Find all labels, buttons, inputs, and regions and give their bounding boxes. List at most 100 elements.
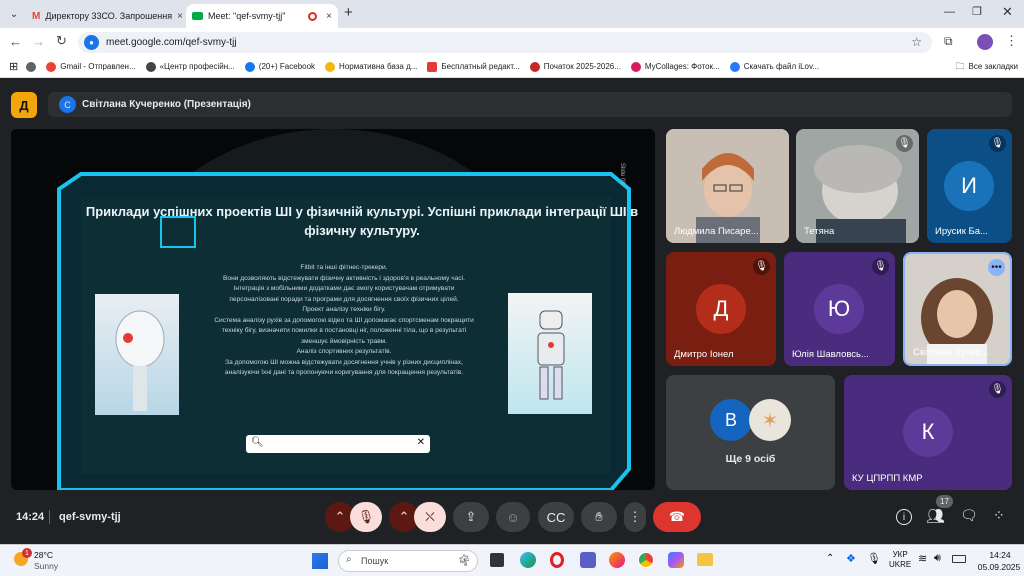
- close-tab-icon[interactable]: ×: [326, 11, 332, 22]
- meet-icon: [192, 12, 203, 20]
- teams-icon[interactable]: [580, 552, 596, 568]
- meet-logo: Д: [11, 92, 37, 118]
- avatar: И: [944, 161, 994, 211]
- clear-search-icon[interactable]: ✕: [417, 437, 425, 448]
- ext-icon[interactable]: ⧉: [944, 34, 953, 49]
- battery-icon[interactable]: [952, 555, 966, 563]
- reactions-button[interactable]: ☺: [496, 502, 530, 532]
- all-bookmarks-label: Все закладки: [968, 62, 1018, 71]
- apps-icon[interactable]: ⊞: [9, 60, 18, 73]
- bookmark-mycollages[interactable]: MyCollages: Фоток...: [630, 61, 720, 72]
- others-label: Ще 9 осіб: [725, 453, 776, 465]
- star-icon[interactable]: ☆: [911, 35, 922, 49]
- reload-icon[interactable]: ↻: [56, 33, 67, 49]
- back-icon[interactable]: ←: [9, 34, 22, 49]
- close-tab-icon[interactable]: ×: [177, 11, 183, 22]
- address-bar[interactable]: ● meet.google.com/qef-svmy-tjj ☆: [78, 32, 932, 53]
- participant-name: Тетяна: [804, 226, 835, 237]
- more-options-button[interactable]: ⋮: [624, 502, 646, 532]
- tray-expand-icon[interactable]: ⌃: [826, 553, 834, 564]
- copilot-icon[interactable]: [668, 552, 684, 568]
- clock-time[interactable]: 14:24: [982, 550, 1018, 560]
- new-tab-button[interactable]: +: [344, 4, 353, 21]
- people-count-badge: 17: [936, 495, 953, 508]
- bookmark-label: Gmail - Отправлен...: [60, 62, 136, 71]
- bookmark-gmail[interactable]: Gmail - Отправлен...: [46, 61, 136, 72]
- chrome-taskbar-icon[interactable]: [638, 552, 654, 568]
- participant-tile-irusik[interactable]: И 🎙︎ Ирусик Ба...: [927, 129, 1012, 243]
- slide-body: Fitbit та інші фітнес-трекери. Вони дозв…: [209, 263, 479, 379]
- tab-gmail[interactable]: M Директору 33СО. Запрошення ×: [26, 4, 186, 28]
- participant-tile-liudmyla[interactable]: Людмила Писаре...: [666, 129, 789, 243]
- mic-toggle-button[interactable]: 🎙︎: [350, 502, 382, 532]
- participant-tile-ku[interactable]: К 🎙︎ КУ ЦПРПП КМР: [844, 375, 1012, 490]
- language-top: УКР: [892, 550, 908, 559]
- chrome-icon[interactable]: [26, 61, 37, 72]
- bookmark-editor[interactable]: Бесплатный редакт...: [427, 61, 520, 72]
- participant-name: КУ ЦПРПП КМР: [852, 473, 923, 484]
- mic-tray-icon[interactable]: 🎙︎: [867, 552, 881, 565]
- tab-meet[interactable]: Meet: "qef-svmy-tjj" ×: [186, 4, 338, 28]
- slide-number: Slide 08: [619, 163, 625, 185]
- bookmark-label: Бесплатный редакт...: [441, 62, 520, 71]
- participant-tile-dmytro[interactable]: Д 🎙︎ Дмитро Іонел: [666, 252, 776, 366]
- captions-button[interactable]: CC: [538, 502, 574, 532]
- gmail-icon: M: [32, 10, 41, 22]
- pdf-icon: [427, 61, 438, 72]
- url-text: meet.google.com/qef-svmy-tjj: [106, 37, 237, 48]
- others-tile[interactable]: В ✶ Ще 9 осіб: [666, 375, 835, 490]
- search-icon: 🔍︎: [251, 437, 264, 448]
- slide-paragraph: Проект аналізу техніки бігу.: [302, 306, 386, 313]
- participant-tile-yuliia[interactable]: Ю 🎙︎ Юлія Шавловсь...: [784, 252, 895, 366]
- more-options-icon[interactable]: •••: [988, 259, 1005, 276]
- file-explorer-icon[interactable]: [697, 553, 713, 566]
- clock-date[interactable]: 05.09.2025: [976, 562, 1022, 572]
- site-info-icon[interactable]: ●: [84, 35, 99, 50]
- close-window-icon[interactable]: ✕: [1002, 4, 1013, 20]
- profile-avatar[interactable]: [977, 34, 993, 50]
- bookmark-centre[interactable]: «Центр професійн...: [145, 61, 235, 72]
- bookmark-ilove[interactable]: Скачать файл iLov...: [729, 61, 819, 72]
- people-icon[interactable]: 👥︎: [926, 507, 945, 525]
- edge-icon[interactable]: [520, 552, 536, 568]
- firefox-icon[interactable]: [609, 552, 625, 568]
- forward-icon[interactable]: →: [32, 34, 45, 49]
- bookmark-normative[interactable]: Нормативна база д...: [325, 61, 417, 72]
- weather-temp: 28°C: [34, 550, 53, 560]
- meeting-time: 14:24: [16, 511, 45, 523]
- chat-icon[interactable]: 🗨︎: [960, 507, 978, 524]
- dropbox-icon[interactable]: ❖: [846, 552, 856, 565]
- camera-toggle-button[interactable]: ⛌: [414, 502, 446, 532]
- slide-search-box[interactable]: 🔍︎ ✕: [246, 435, 430, 453]
- slide-title: Приклади успішних проектів ШІ у фізичній…: [85, 204, 639, 238]
- recording-icon: [308, 11, 318, 21]
- all-bookmarks[interactable]: 🗀 Все закладки: [956, 59, 1018, 75]
- tab-search-button[interactable]: ⌄: [6, 6, 22, 22]
- bookmark-start[interactable]: Початок 2025-2026...: [529, 61, 621, 72]
- participant-tile-tetiana[interactable]: 🎙︎ Тетяна: [796, 129, 919, 243]
- wifi-icon[interactable]: ≋: [918, 552, 927, 565]
- language-bottom: UKRE: [889, 560, 912, 569]
- task-view-icon[interactable]: [490, 553, 504, 567]
- volume-icon[interactable]: 🔊︎: [934, 552, 941, 565]
- avatar: В: [710, 399, 752, 441]
- participant-tile-svitlana[interactable]: ••• Світлана Кучер...: [903, 252, 1012, 366]
- language-indicator[interactable]: УКР UKRE: [889, 550, 911, 570]
- minimize-icon[interactable]: —: [944, 6, 955, 18]
- restore-icon[interactable]: ❐: [972, 5, 982, 18]
- avatar: К: [903, 407, 953, 457]
- weather-condition: Sunny: [34, 561, 59, 571]
- mic-off-icon: 🎙︎: [989, 135, 1006, 152]
- bookmark-facebook[interactable]: (20+) Facebook: [244, 61, 315, 72]
- activities-icon[interactable]: ⁘: [993, 507, 1005, 524]
- leave-call-button[interactable]: ☎︎: [653, 502, 701, 532]
- windows-start-icon[interactable]: [312, 553, 328, 569]
- raise-hand-button[interactable]: ✋︎: [581, 502, 617, 532]
- heart-icon: [630, 61, 641, 72]
- slide-paragraph: Аналіз спортивних результатів.: [296, 348, 392, 355]
- taskbar-search[interactable]: ⌕ Пошук 🌴︎: [338, 550, 478, 572]
- opera-icon[interactable]: [550, 552, 564, 568]
- info-icon[interactable]: i: [896, 509, 912, 525]
- menu-icon[interactable]: ⋮: [1005, 33, 1018, 49]
- present-button[interactable]: ⇪: [453, 502, 489, 532]
